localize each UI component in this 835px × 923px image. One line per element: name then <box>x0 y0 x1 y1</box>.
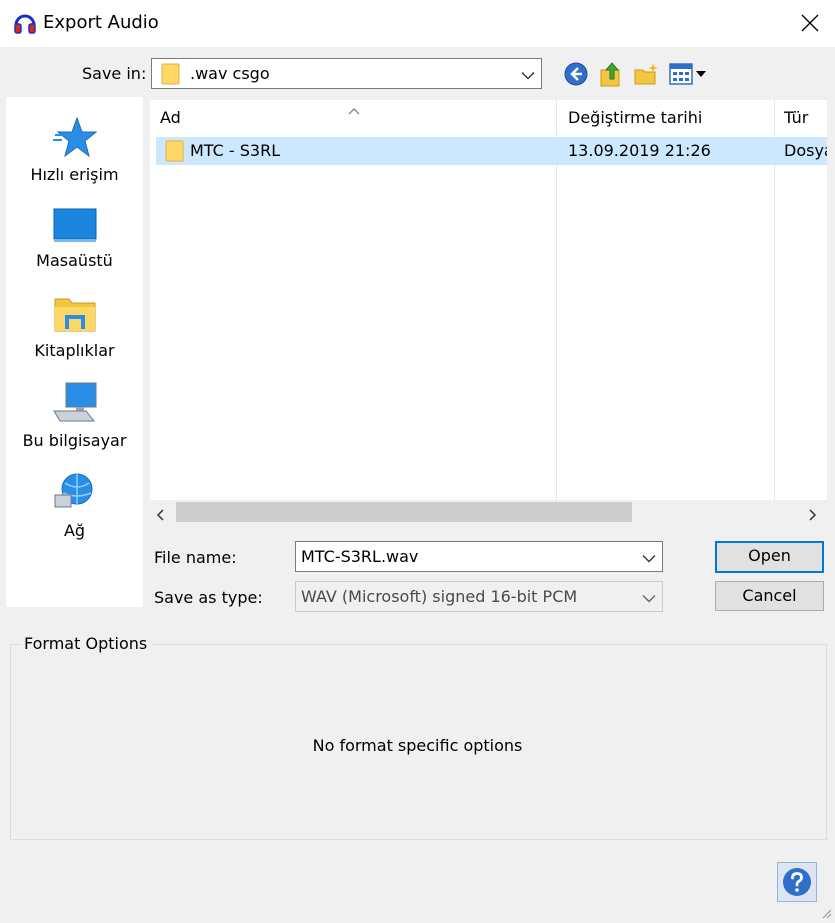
sidebar-item-this-pc[interactable]: Bu bilgisayar <box>6 381 143 450</box>
open-button[interactable]: Open <box>715 541 824 573</box>
cancel-button[interactable]: Cancel <box>715 581 824 611</box>
file-name-value: MTC-S3RL.wav <box>301 547 419 566</box>
save-in-label: Save in: <box>82 64 147 83</box>
file-type: Dosya <box>784 141 827 160</box>
file-modified: 13.09.2019 21:26 <box>568 141 711 160</box>
desktop-icon <box>53 208 96 242</box>
sidebar-item-label: Bu bilgisayar <box>22 431 127 450</box>
file-name-label: File name: <box>154 548 237 567</box>
chevron-left-icon <box>156 509 164 521</box>
sidebar-item-network[interactable]: Ağ <box>6 471 143 540</box>
chevron-down-icon <box>642 547 656 566</box>
close-icon <box>801 14 819 32</box>
libraries-icon <box>54 298 95 332</box>
back-icon <box>564 62 588 86</box>
save-in-value: .wav csgo <box>190 64 270 83</box>
save-as-type-dropdown[interactable]: WAV (Microsoft) signed 16-bit PCM <box>295 581 663 612</box>
format-options-title: Format Options <box>20 634 152 653</box>
chevron-down-icon <box>642 587 656 606</box>
places-sidebar: Hızlı erişim Masaüstü Kitaplıklar Bu bil… <box>6 97 143 607</box>
this-pc-icon <box>52 382 96 422</box>
view-menu-button[interactable] <box>668 62 708 86</box>
up-folder-button[interactable] <box>598 60 624 88</box>
column-header-modified[interactable]: Değiştirme tarihi <box>568 100 774 136</box>
folder-icon <box>161 63 181 89</box>
save-as-type-label: Save as type: <box>154 588 263 607</box>
file-name: MTC - S3RL <box>190 141 281 160</box>
folder-icon <box>165 140 185 166</box>
view-menu-icon <box>669 63 706 85</box>
quick-access-star-icon <box>52 116 97 158</box>
sidebar-item-label: Masaüstü <box>36 251 113 270</box>
network-icon <box>54 473 92 508</box>
file-list[interactable]: Ad Değiştirme tarihi Tür MTC - S3RL 13.0… <box>150 100 827 500</box>
save-as-type-value: WAV (Microsoft) signed 16-bit PCM <box>301 587 578 606</box>
new-folder-icon <box>634 63 658 85</box>
sidebar-item-desktop[interactable]: Masaüstü <box>6 205 143 270</box>
resize-grip[interactable] <box>820 904 832 919</box>
sidebar-item-label: Kitaplıklar <box>34 341 115 360</box>
sidebar-item-label: Ağ <box>63 521 86 540</box>
sidebar-item-label: Hızlı erişim <box>30 165 119 184</box>
close-button[interactable] <box>793 6 827 40</box>
sidebar-item-libraries[interactable]: Kitaplıklar <box>6 293 143 360</box>
save-in-dropdown[interactable]: .wav csgo <box>151 58 542 89</box>
column-header-type[interactable]: Tür <box>784 100 827 136</box>
format-options-message: No format specific options <box>312 736 523 755</box>
back-button[interactable] <box>564 62 588 86</box>
table-row[interactable]: MTC - S3RL 13.09.2019 21:26 Dosya <box>156 137 827 165</box>
scrollbar-thumb[interactable] <box>176 502 632 522</box>
horizontal-scrollbar[interactable] <box>150 500 827 524</box>
headphones-icon <box>13 11 37 35</box>
help-icon <box>783 868 811 896</box>
help-button[interactable] <box>777 862 817 902</box>
window-title: Export Audio <box>43 12 159 33</box>
scroll-right-button[interactable] <box>809 506 817 525</box>
new-folder-button[interactable] <box>632 60 660 88</box>
chevron-down-icon <box>521 64 535 83</box>
column-header-name[interactable]: Ad <box>160 100 556 136</box>
file-name-input[interactable]: MTC-S3RL.wav <box>295 541 663 572</box>
scroll-left-button[interactable] <box>156 506 164 525</box>
title-bar: Export Audio <box>0 0 835 47</box>
sidebar-item-quick-access[interactable]: Hızlı erişim <box>6 115 143 184</box>
chevron-right-icon <box>809 509 817 521</box>
up-folder-icon <box>600 62 620 87</box>
